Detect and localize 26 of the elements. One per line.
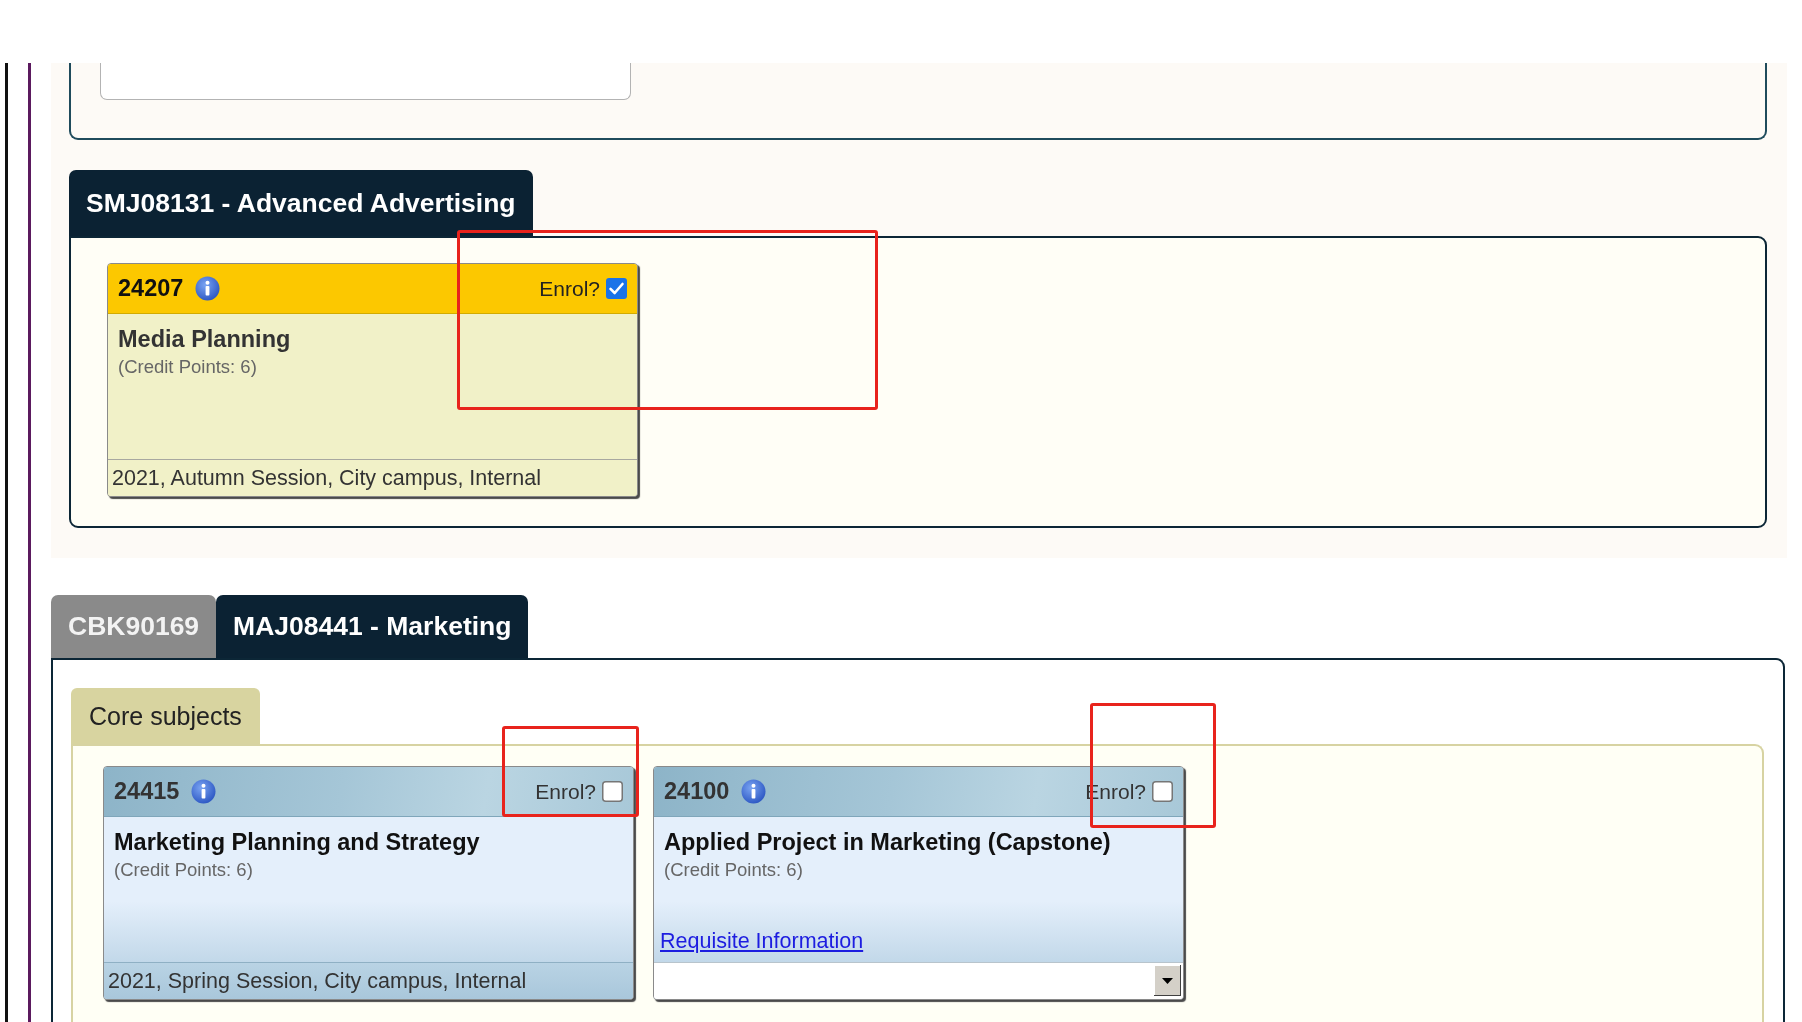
session-info: 2021, Spring Session, City campus, Internal: [104, 962, 633, 999]
subject-title: Media Planning: [118, 326, 292, 353]
enrol-label: Enrol?: [535, 779, 596, 804]
credit-points: (Credit Points: 6): [118, 356, 257, 378]
credit-points: (Credit Points: 6): [664, 859, 803, 881]
subject-code: 24100: [664, 778, 730, 805]
subject-title: Marketing Planning and Strategy: [114, 829, 481, 856]
section-tab[interactable]: MAJ08441 - Marketing: [216, 595, 529, 658]
subject-code: 24207: [118, 275, 184, 302]
enrol-checkbox[interactable]: [1152, 781, 1173, 802]
enrol-checkbox[interactable]: [602, 781, 623, 802]
enrol-checkbox[interactable]: [606, 278, 627, 299]
info-icon[interactable]: [191, 779, 217, 804]
input-field[interactable]: [100, 63, 631, 100]
info-icon[interactable]: [741, 779, 767, 804]
dropdown-arrow-icon[interactable]: [1154, 965, 1181, 996]
section-tab[interactable]: SMJ08131 - Advanced Advertising: [69, 170, 533, 236]
enrol-label: Enrol?: [539, 276, 600, 301]
select-field[interactable]: [654, 962, 1183, 999]
info-icon[interactable]: [195, 276, 221, 301]
credit-points: (Credit Points: 6): [114, 859, 253, 881]
session-info: 2021, Autumn Session, City campus, Internal: [108, 459, 637, 496]
subject-group-tab[interactable]: Core subjects: [71, 688, 260, 744]
subject-code: 24415: [114, 778, 180, 805]
subject-title: Applied Project in Marketing (Capstone): [664, 829, 1112, 856]
requisite-link[interactable]: Requisite Information: [660, 929, 864, 954]
